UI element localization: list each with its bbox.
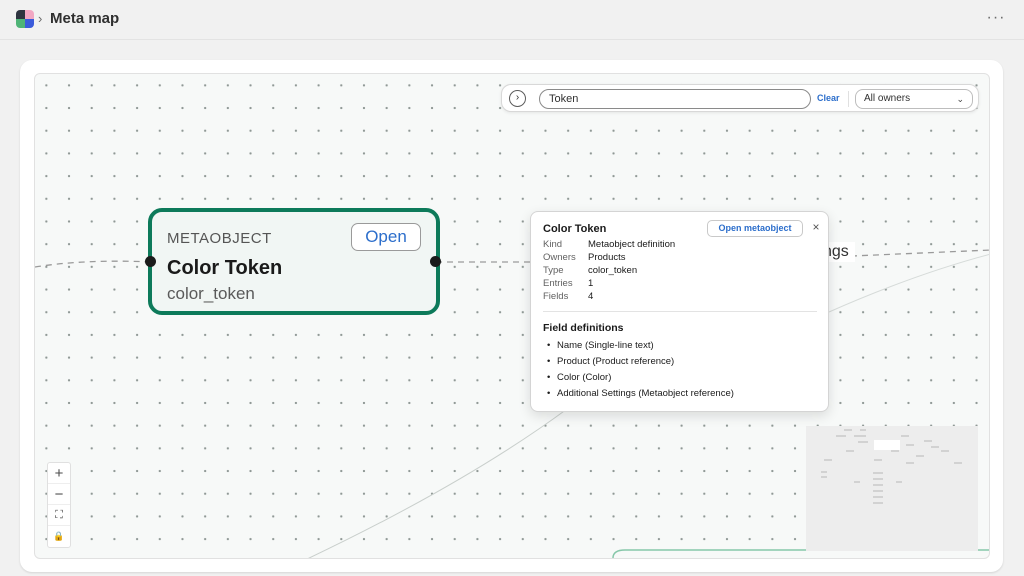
edge-curve-lower (308, 408, 568, 558)
zoom-in-icon[interactable]: + (48, 463, 70, 484)
meta-key: Owners (543, 252, 576, 263)
meta-value: color_token (588, 265, 638, 276)
owner-filter-select[interactable]: All owners ⌄ (855, 89, 973, 109)
meta-row-entries: Entries 1 (543, 278, 593, 289)
edge-curve-upper (828, 254, 989, 313)
field-definitions-title: Field definitions (543, 322, 624, 334)
lock-icon[interactable]: 🔒 (48, 526, 70, 547)
meta-value: Products (588, 252, 626, 263)
owner-filter-value: All owners (864, 93, 911, 104)
node-details-popover: Color Token Open metaobject × Kind Metaob… (530, 211, 829, 412)
meta-key: Type (543, 265, 564, 276)
open-metaobject-button[interactable]: Open metaobject (707, 220, 803, 237)
meta-value: 4 (588, 291, 594, 302)
minimap[interactable] (806, 426, 978, 551)
metaobject-node[interactable]: METAOBJECT Open Color Token color_token (148, 208, 440, 315)
partial-node-outline (612, 549, 989, 558)
meta-row-fields: Fields 4 (543, 291, 593, 302)
breadcrumb-separator: › (38, 11, 43, 26)
meta-value: 1 (588, 278, 594, 289)
field-definition-label: Name (Single-line text) (557, 340, 654, 351)
zoom-controls: + − ⛶ 🔒 (47, 462, 71, 548)
meta-value: Metaobject definition (588, 239, 676, 250)
node-output-port[interactable] (430, 256, 441, 267)
meta-key: Entries (543, 278, 573, 289)
search-toolbar: › Clear All owners ⌄ (501, 84, 979, 112)
close-icon[interactable]: × (810, 220, 822, 234)
meta-map-app-icon[interactable] (16, 10, 34, 28)
field-definition-label: Product (Product reference) (557, 356, 675, 367)
field-definition-item: • Additional Settings (Metaobject referen… (547, 388, 734, 399)
chevron-down-icon: ⌄ (956, 94, 964, 104)
meta-key: Kind (543, 239, 563, 250)
clear-search-button[interactable]: Clear (817, 93, 840, 103)
more-actions-button[interactable]: ··· (984, 8, 1008, 30)
map-canvas[interactable]: METAOBJECT Open Color Token color_token … (34, 73, 990, 559)
edge-incoming (35, 260, 153, 268)
node-kind-label: METAOBJECT (167, 230, 272, 247)
meta-key: Fields (543, 291, 569, 302)
chevron-right-icon[interactable]: › (509, 90, 526, 107)
popover-title: Color Token (543, 223, 607, 235)
field-definition-label: Additional Settings (Metaobject referenc… (557, 388, 734, 399)
field-definition-label: Color (Color) (557, 372, 612, 383)
field-definition-item: • Product (Product reference) (547, 356, 675, 367)
node-handle: color_token (167, 284, 255, 303)
node-open-button[interactable]: Open (351, 223, 421, 251)
node-input-port[interactable] (145, 256, 156, 267)
meta-row-kind: Kind Metaobject definition (543, 239, 675, 250)
top-bar: › Meta map ··· (0, 0, 1024, 40)
node-title: Color Token (167, 257, 283, 279)
field-definition-item: • Name (Single-line text) (547, 340, 654, 351)
zoom-out-icon[interactable]: − (48, 484, 70, 505)
meta-row-owners: Owners Products (543, 252, 626, 263)
fit-view-icon[interactable]: ⛶ (48, 505, 70, 526)
toolbar-divider (848, 91, 849, 107)
minimap-viewport (874, 440, 900, 450)
page-title: Meta map (50, 10, 120, 27)
meta-row-type: Type color_token (543, 265, 637, 276)
popover-divider (543, 311, 817, 312)
field-definition-item: • Color (Color) (547, 372, 612, 383)
search-input[interactable] (539, 89, 811, 109)
